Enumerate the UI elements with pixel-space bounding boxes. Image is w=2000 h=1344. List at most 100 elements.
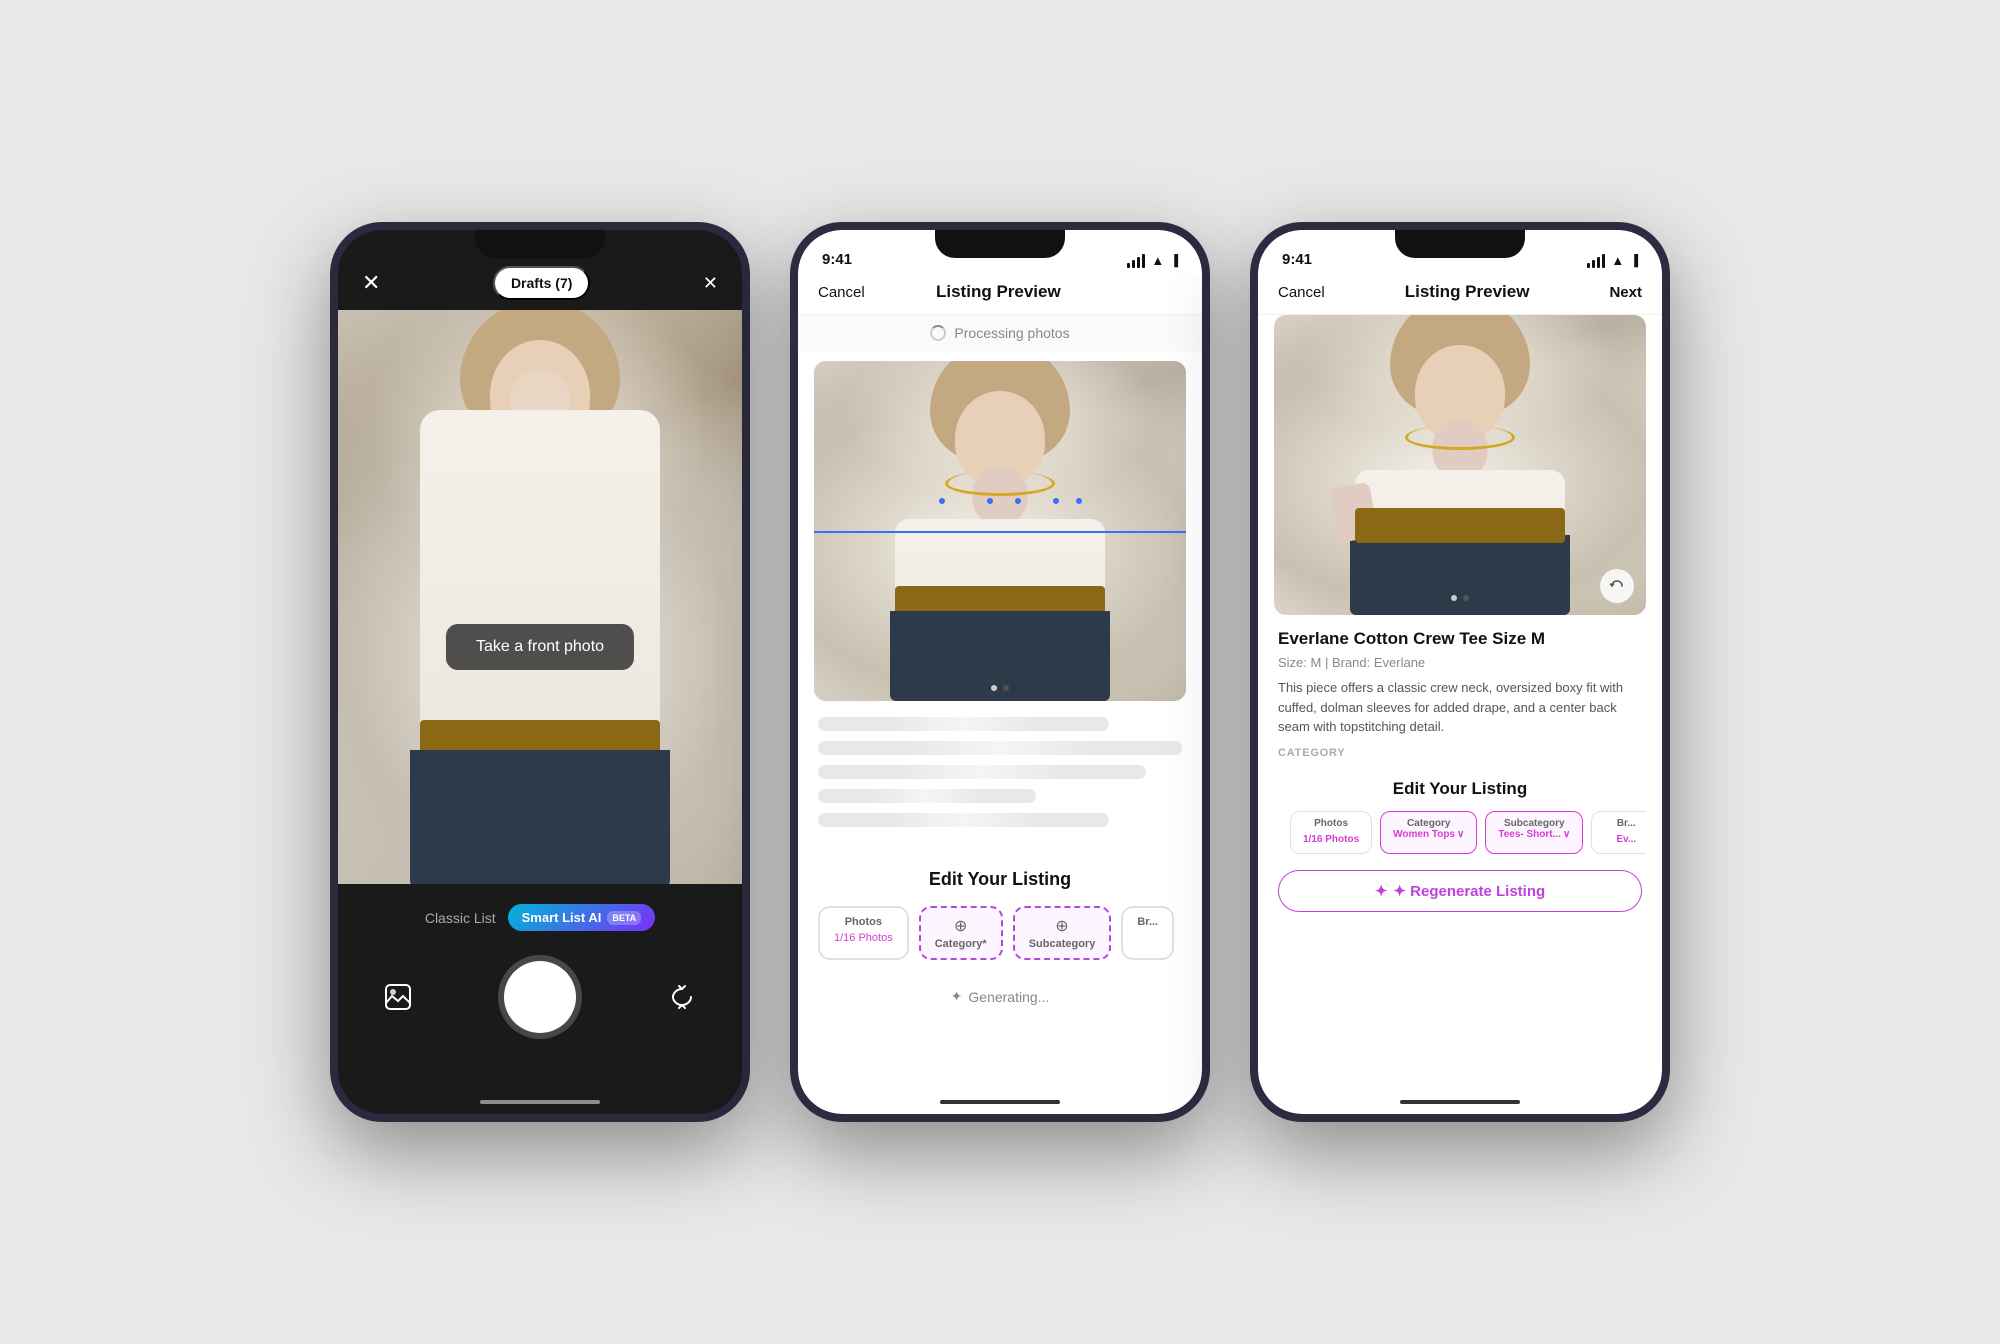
camera-controls	[378, 961, 701, 1033]
generating-bar: ✦ Generating...	[798, 974, 1202, 1019]
battery-icon-3: ▐	[1630, 255, 1638, 267]
dot1	[939, 498, 945, 504]
edit-section-3: Edit Your Listing Photos 1/16 Photos Cat…	[1258, 779, 1662, 866]
tab-photos-2[interactable]: Photos 1/16 Photos	[818, 906, 909, 960]
sparkle-icon-result: ✦	[1375, 882, 1388, 900]
tab-subcategory-3[interactable]: Subcategory Tees- Short... ∨	[1485, 811, 1583, 854]
next-button-3[interactable]: Next	[1609, 284, 1642, 301]
viewfinder-image	[338, 310, 742, 890]
bar3	[1137, 257, 1140, 268]
processing-banner: Processing photos	[798, 315, 1202, 351]
signal-icon-3	[1587, 254, 1605, 268]
edit-section-2: Edit Your Listing Photos 1/16 Photos ⊕ C…	[798, 853, 1202, 974]
cross-icon[interactable]: ✕	[703, 273, 718, 294]
listing-image-processing	[814, 361, 1186, 701]
home-indicator-1	[480, 1100, 600, 1104]
skeleton-content	[798, 701, 1202, 853]
edit-title-2: Edit Your Listing	[818, 869, 1182, 890]
photos-sub-3: 1/16 Photos	[1303, 834, 1359, 845]
drafts-button[interactable]: Drafts (7)	[493, 266, 590, 300]
subcat-sub-3: Tees- Short...	[1498, 829, 1561, 840]
tab-brand-2[interactable]: Br...	[1121, 906, 1174, 960]
camera-viewfinder: Take a front photo	[338, 310, 742, 890]
classic-mode-label[interactable]: Classic List	[425, 910, 496, 926]
page-dot-2	[1003, 685, 1009, 691]
edit-tabs-2: Photos 1/16 Photos ⊕ Category* ⊕ Subcate…	[818, 906, 1182, 964]
result-necklace	[1405, 425, 1515, 450]
skeleton-line-4	[818, 789, 1036, 803]
skeleton-line-1	[818, 717, 1109, 731]
smart-list-label: Smart List AI	[522, 910, 602, 925]
gallery-icon	[384, 983, 412, 1011]
phone-2: 9:41 ▲ ▐ Cancel Listing Preview	[790, 222, 1210, 1122]
wifi-icon-3: ▲	[1611, 253, 1624, 268]
shutter-button[interactable]	[504, 961, 576, 1033]
page-dot-1	[991, 685, 997, 691]
bar4	[1142, 254, 1145, 268]
tab-photos-3[interactable]: Photos 1/16 Photos	[1290, 811, 1372, 854]
flip-camera-button[interactable]	[662, 977, 702, 1017]
mode-toggle: Classic List Smart List AI BETA	[425, 904, 655, 931]
tab-category-2[interactable]: ⊕ Category*	[919, 906, 1003, 960]
phone-1: ✕ Drafts (7) ✕ Take a front photo	[330, 222, 750, 1122]
home-indicator-2	[940, 1100, 1060, 1104]
bar1	[1127, 263, 1130, 268]
close-icon[interactable]: ✕	[362, 270, 380, 296]
brand-sub-3: Ev...	[1616, 834, 1636, 845]
nav-title-3: Listing Preview	[1405, 282, 1530, 302]
tab-brand-3[interactable]: Br... Ev...	[1591, 811, 1646, 854]
tab-subcategory-2[interactable]: ⊕ Subcategory	[1013, 906, 1112, 960]
regenerate-button[interactable]: ✦ ✦ Regenerate Listing	[1278, 870, 1642, 912]
nav-title-2: Listing Preview	[936, 282, 1061, 302]
result-screen: 9:41 ▲ ▐ Cancel Listing Preview Next	[1258, 230, 1662, 1114]
skeleton-line-2	[818, 741, 1182, 755]
status-icons-2: ▲ ▐	[1127, 253, 1178, 268]
battery-icon: ▐	[1170, 255, 1178, 267]
cat-sub-3: Women Tops	[1393, 829, 1455, 840]
notch-1	[475, 230, 605, 258]
cat-top-3: Category	[1393, 818, 1464, 829]
listing-description: This piece offers a classic crew neck, o…	[1278, 678, 1642, 737]
page-dot-r2	[1463, 595, 1469, 601]
photos-tab-sub: 1/16 Photos	[834, 932, 893, 944]
brand-top-3: Br...	[1604, 818, 1646, 829]
shirt-shape	[420, 410, 660, 730]
edit-tabs-3: Photos 1/16 Photos Category Women Tops ∨…	[1274, 811, 1646, 858]
listing-image-result	[1274, 315, 1646, 615]
flip-camera-icon	[668, 983, 696, 1011]
subcategory-tab-label: Subcategory	[1029, 938, 1096, 950]
dot2	[987, 498, 993, 504]
dot5	[1076, 498, 1082, 504]
processing-text: Processing photos	[954, 325, 1069, 341]
cat-chevron: Women Tops ∨	[1393, 829, 1464, 840]
result-jeans	[1350, 535, 1570, 615]
cancel-button-3[interactable]: Cancel	[1278, 284, 1325, 301]
signal-icon	[1127, 254, 1145, 268]
page-dot-r1	[1451, 595, 1457, 601]
image-pagination-3	[1451, 595, 1469, 601]
tab-category-3[interactable]: Category Women Tops ∨	[1380, 811, 1477, 854]
notch-3	[1395, 230, 1525, 258]
scan-line	[814, 531, 1186, 533]
jeans-shape	[410, 750, 670, 890]
skeleton-line-3	[818, 765, 1146, 779]
image-pagination-2	[991, 685, 1009, 691]
cancel-button-2[interactable]: Cancel	[818, 284, 865, 301]
generating-text: Generating...	[968, 989, 1049, 1005]
gallery-button[interactable]	[378, 977, 418, 1017]
nav-bar-2: Cancel Listing Preview	[798, 274, 1202, 315]
category-tab-label: Category*	[935, 938, 987, 950]
spinner-icon	[930, 325, 946, 341]
time-3: 9:41	[1282, 251, 1312, 268]
category-icon: ⊕	[935, 916, 987, 936]
camera-top-bar: ✕ Drafts (7) ✕	[338, 266, 742, 300]
smart-list-button[interactable]: Smart List AI BETA	[508, 904, 656, 931]
edit-title-3: Edit Your Listing	[1274, 779, 1646, 799]
rotate-camera-button[interactable]	[1600, 569, 1634, 603]
camera-screen: ✕ Drafts (7) ✕ Take a front photo	[338, 230, 742, 1114]
time-2: 9:41	[822, 251, 852, 268]
status-icons-3: ▲ ▐	[1587, 253, 1638, 268]
result-belt	[1355, 508, 1565, 543]
brand-tab-label: Br...	[1137, 916, 1158, 928]
home-indicator-3	[1400, 1100, 1520, 1104]
